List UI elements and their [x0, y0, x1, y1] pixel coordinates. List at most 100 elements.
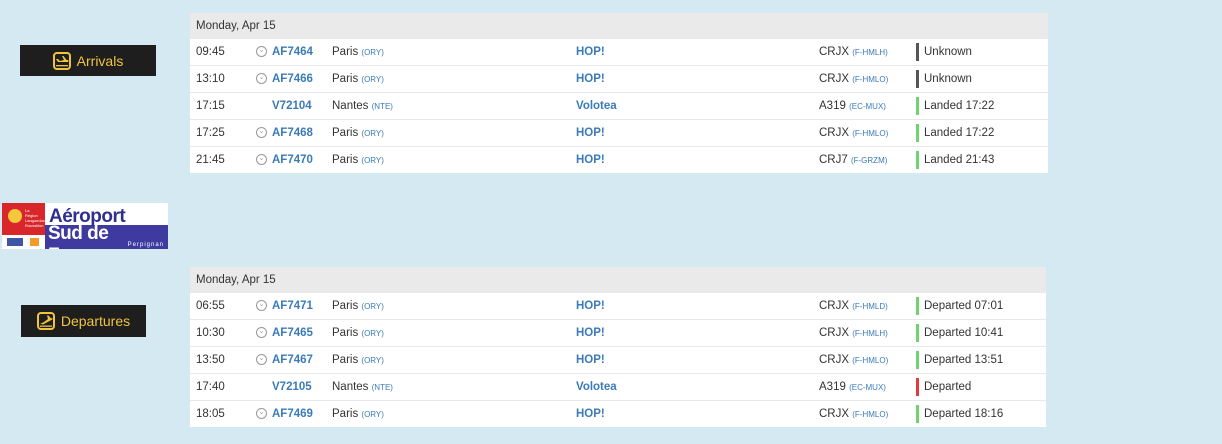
- aircraft: CRJX (F-HMLD): [819, 293, 888, 320]
- flight-number-link[interactable]: V72104: [272, 93, 312, 119]
- airline-link[interactable]: HOP!: [576, 147, 605, 173]
- city-name: Paris: [332, 354, 359, 366]
- flight-number-link[interactable]: AF7468: [272, 120, 313, 146]
- airline-link[interactable]: HOP!: [576, 39, 605, 65]
- flight-number-link[interactable]: AF7471: [272, 293, 313, 319]
- departures-button[interactable]: Departures: [21, 305, 146, 337]
- city-code: (ORY): [361, 302, 384, 311]
- flight-row[interactable]: 10:30 ⌄ AF7465 Paris (ORY) HOP! CRJX (F-HMLH)…: [190, 320, 1046, 347]
- airline-link[interactable]: HOP!: [576, 293, 605, 319]
- flight-status: Unknown: [924, 73, 972, 85]
- flight-row[interactable]: 13:10 ⌄ AF7466 Paris (ORY) HOP! CRJX (F-HMLO)…: [190, 66, 1048, 93]
- city: Paris (ORY): [332, 320, 384, 347]
- flight-number-link[interactable]: AF7469: [272, 401, 313, 427]
- aircraft-type: CRJ7: [819, 154, 848, 166]
- flight-status: Departed 18:16: [924, 408, 1004, 420]
- airline-link[interactable]: HOP!: [576, 66, 605, 92]
- status-indicator: [916, 151, 919, 169]
- chevron-down-circle-icon[interactable]: ⌄: [256, 408, 267, 419]
- city: Nantes (NTE): [332, 93, 393, 120]
- city: Paris (ORY): [332, 401, 384, 428]
- departures-rows: 06:55 ⌄ AF7471 Paris (ORY) HOP! CRJX (F-HMLD)…: [190, 293, 1046, 427]
- flight-row[interactable]: 17:40 V72105 Nantes (NTE) Volotea A319 (EC-M…: [190, 374, 1046, 401]
- aircraft-type: CRJX: [819, 73, 850, 85]
- city-name: Paris: [332, 73, 359, 85]
- flight-status: Landed 17:22: [924, 100, 995, 112]
- flight-status: Unknown: [924, 46, 972, 58]
- status-indicator: [916, 378, 919, 396]
- arrivals-date: Monday, Apr 15: [190, 13, 1048, 39]
- flight-number-link[interactable]: AF7465: [272, 320, 313, 346]
- aircraft-registration: (F-HMLH): [852, 48, 888, 57]
- plane-takeoff-icon: [36, 312, 55, 330]
- arrivals-button[interactable]: Arrivals: [20, 45, 156, 76]
- airline-link[interactable]: HOP!: [576, 401, 605, 427]
- region-logo: La Région Languedoc Roussillon: [2, 203, 45, 249]
- aircraft: CRJX (F-HMLO): [819, 120, 888, 147]
- city-code: (NTE): [371, 383, 393, 392]
- chevron-down-circle-icon[interactable]: ⌄: [256, 327, 267, 338]
- aircraft-type: CRJX: [819, 46, 850, 58]
- chevron-down-circle-icon[interactable]: ⌄: [256, 46, 267, 57]
- chevron-down-circle-icon[interactable]: ⌄: [256, 73, 267, 84]
- aircraft-type: CRJX: [819, 127, 850, 139]
- aircraft: A319 (EC-MUX): [819, 93, 886, 120]
- flight-number-link[interactable]: V72105: [272, 374, 312, 400]
- plane-landing-icon: [52, 51, 71, 70]
- aircraft-type: CRJX: [819, 300, 850, 312]
- status-indicator: [916, 97, 919, 115]
- flight-time: 21:45: [196, 154, 225, 166]
- flight-status: Landed 21:43: [924, 154, 995, 166]
- city-name: Paris: [332, 408, 359, 420]
- flight-time: 17:25: [196, 127, 225, 139]
- city-name: Paris: [332, 300, 359, 312]
- flight-time: 13:10: [196, 73, 225, 85]
- aircraft-type: CRJX: [819, 408, 850, 420]
- flight-row[interactable]: 21:45 ⌄ AF7470 Paris (ORY) HOP! CRJ7 (F-GRZM)…: [190, 147, 1048, 173]
- airline-link[interactable]: HOP!: [576, 320, 605, 346]
- flight-row[interactable]: 17:25 ⌄ AF7468 Paris (ORY) HOP! CRJX (F-HMLO)…: [190, 120, 1048, 147]
- flight-row[interactable]: 13:50 ⌄ AF7467 Paris (ORY) HOP! CRJX (F-HMLO)…: [190, 347, 1046, 374]
- chevron-down-circle-icon[interactable]: ⌄: [256, 154, 267, 165]
- aircraft-registration: (F-HMLO): [852, 129, 889, 138]
- airline-link[interactable]: HOP!: [576, 120, 605, 146]
- flight-row[interactable]: 17:15 V72104 Nantes (NTE) Volotea A319 (EC-M…: [190, 93, 1048, 120]
- flight-row[interactable]: 06:55 ⌄ AF7471 Paris (ORY) HOP! CRJX (F-HMLD)…: [190, 293, 1046, 320]
- flight-time: 17:15: [196, 100, 225, 112]
- aircraft: CRJX (F-HMLH): [819, 39, 888, 66]
- flight-number-link[interactable]: AF7467: [272, 347, 313, 373]
- aircraft-registration: (F-HMLD): [852, 302, 888, 311]
- flight-number-link[interactable]: AF7466: [272, 66, 313, 92]
- aircraft-registration: (F-GRZM): [850, 156, 888, 165]
- city-name: Paris: [332, 127, 359, 139]
- aircraft-type: CRJX: [819, 327, 850, 339]
- city-name: Paris: [332, 46, 359, 58]
- flight-time: 10:30: [196, 327, 225, 339]
- flight-number-link[interactable]: AF7470: [272, 147, 313, 173]
- aircraft: CRJX (F-HMLO): [819, 66, 888, 93]
- aircraft-registration: (F-HMLO): [852, 410, 889, 419]
- airline-link[interactable]: Volotea: [576, 374, 617, 400]
- city: Paris (ORY): [332, 39, 384, 66]
- city-code: (ORY): [361, 356, 384, 365]
- city-code: (ORY): [361, 48, 384, 57]
- airline-link[interactable]: HOP!: [576, 347, 605, 373]
- aircraft-type: CRJX: [819, 354, 850, 366]
- chevron-down-circle-icon[interactable]: ⌄: [256, 300, 267, 311]
- aircraft: CRJ7 (F-GRZM): [819, 147, 887, 174]
- city-code: (ORY): [361, 129, 384, 138]
- flight-row[interactable]: 09:45 ⌄ AF7464 Paris (ORY) HOP! CRJX (F-HMLH)…: [190, 39, 1048, 66]
- flight-row[interactable]: 18:05 ⌄ AF7469 Paris (ORY) HOP! CRJX (F-HMLO)…: [190, 401, 1046, 427]
- arrivals-board: Monday, Apr 15 09:45 ⌄ AF7464 Paris (ORY) HO…: [190, 13, 1048, 173]
- airline-link[interactable]: Volotea: [576, 93, 617, 119]
- city: Paris (ORY): [332, 347, 384, 374]
- flight-status: Landed 17:22: [924, 127, 995, 139]
- chevron-down-circle-icon[interactable]: ⌄: [256, 354, 267, 365]
- aircraft-registration: (F-HMLO): [852, 356, 889, 365]
- flight-number-link[interactable]: AF7464: [272, 39, 313, 65]
- aircraft-registration: (EC-MUX): [849, 102, 886, 111]
- chevron-down-circle-icon[interactable]: ⌄: [256, 127, 267, 138]
- city-code: (ORY): [361, 156, 384, 165]
- city-code: (ORY): [361, 329, 384, 338]
- flight-time: 06:55: [196, 300, 225, 312]
